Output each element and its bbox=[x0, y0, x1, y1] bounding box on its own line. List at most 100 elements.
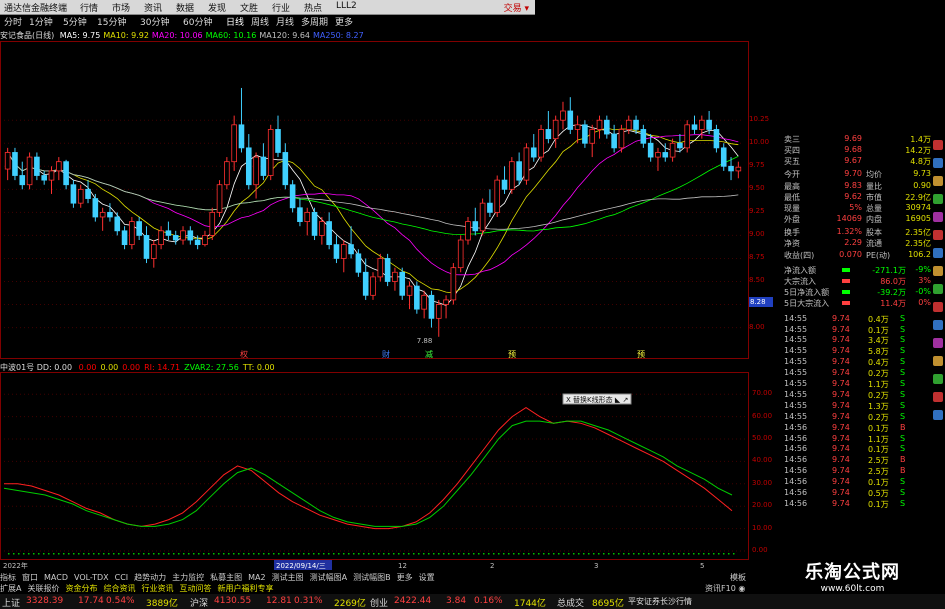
side-tool-button-15[interactable] bbox=[933, 410, 943, 420]
zero-dot bbox=[713, 553, 715, 555]
side-tool-button-11[interactable] bbox=[933, 338, 943, 348]
info-tab-6[interactable]: 新用户福利专享 bbox=[217, 583, 273, 594]
info-tab-4[interactable]: 行业资讯 bbox=[141, 583, 173, 594]
event-marker-4[interactable]: 预 bbox=[637, 349, 645, 359]
indicator-tab-0[interactable]: 指标 bbox=[0, 572, 16, 583]
menu-item-6[interactable]: 行业 bbox=[272, 1, 290, 14]
menu-item-5[interactable]: 文胜 bbox=[240, 1, 258, 14]
info-tab-3[interactable]: 综合资讯 bbox=[103, 583, 135, 594]
menu-item-1[interactable]: 市场 bbox=[112, 1, 130, 14]
tick-row: 14:55 9.74 0.2万 S bbox=[782, 368, 945, 379]
info-tab-0[interactable]: 扩展A bbox=[0, 583, 21, 594]
chart-area[interactable]: 7.88 权 财 减 预 预 X 替换K线形态 ◣ ↗ 2022年 2022/09/14/三 12… bbox=[0, 41, 782, 572]
period-tab-0[interactable]: 分时 bbox=[4, 15, 22, 28]
indicator-legend-item-5: TT: 0.00 bbox=[242, 363, 275, 372]
tick-price: 9.74 bbox=[832, 488, 850, 497]
indicator-tab-7[interactable]: 私募主图 bbox=[210, 572, 242, 583]
side-tool-button-5[interactable] bbox=[933, 230, 943, 240]
side-tool-button-12[interactable] bbox=[933, 356, 943, 366]
side-tool-button-0[interactable] bbox=[933, 140, 943, 150]
tick-volume: 1.1万 bbox=[868, 434, 889, 444]
side-tool-button-10[interactable] bbox=[933, 320, 943, 330]
quote-row: 外盘 14069 内盘 16905 bbox=[782, 214, 945, 225]
indicator-tab-5[interactable]: 趋势动力 bbox=[134, 572, 166, 583]
tick-time: 14:55 bbox=[784, 357, 808, 367]
candle bbox=[538, 124, 544, 162]
side-tool-button-3[interactable] bbox=[933, 194, 943, 204]
template-tab[interactable]: 模板 bbox=[730, 572, 746, 583]
side-tool-button-2[interactable] bbox=[933, 176, 943, 186]
candle bbox=[238, 87, 245, 153]
indicator-tab-2[interactable]: MACD bbox=[44, 573, 68, 582]
menu-item-4[interactable]: 发现 bbox=[208, 1, 226, 14]
zero-dot bbox=[78, 553, 80, 555]
event-marker-2[interactable]: 减 bbox=[425, 349, 433, 359]
menu-item-8[interactable]: LLL2 bbox=[336, 1, 357, 11]
indicator-tab-11[interactable]: 测试幅图B bbox=[353, 572, 391, 583]
menu-item-2[interactable]: 资讯 bbox=[144, 1, 162, 14]
info-tab-5[interactable]: 互动问答 bbox=[179, 583, 211, 594]
menu-item-7[interactable]: 热点 bbox=[304, 1, 322, 14]
period-tab-8[interactable]: 月线 bbox=[276, 15, 294, 28]
side-tool-button-4[interactable] bbox=[933, 212, 943, 222]
period-tab-10[interactable]: 更多 bbox=[335, 15, 353, 28]
period-tab-2[interactable]: 5分钟 bbox=[63, 15, 87, 28]
indicator-tabs: 指标 窗口 MACD VOL-TDX CCI 趋势动力 主力监控 私募主图 MA2 测试主图 测试幅… bbox=[0, 572, 760, 583]
indicator-tab-4[interactable]: CCI bbox=[115, 573, 129, 582]
menu-item-3[interactable]: 数据 bbox=[176, 1, 194, 14]
side-tool-button-8[interactable] bbox=[933, 284, 943, 294]
indicator-tooltip[interactable]: X 替换K线形态 ◣ ↗ bbox=[562, 393, 632, 405]
svg-text:5: 5 bbox=[700, 562, 704, 570]
indicator-tab-13[interactable]: 设置 bbox=[419, 572, 435, 583]
side-toolbar bbox=[931, 138, 945, 552]
index-label-1[interactable]: 沪深 bbox=[190, 596, 208, 609]
tick-price: 9.74 bbox=[832, 411, 850, 421]
tick-row: 14:56 9.74 0.1万 B bbox=[782, 423, 945, 434]
zero-dot bbox=[598, 553, 600, 555]
indicator-tab-10[interactable]: 测试幅图A bbox=[310, 572, 347, 583]
zero-dot bbox=[503, 553, 505, 555]
indicator-tab-1[interactable]: 窗口 bbox=[22, 572, 38, 583]
info-tab-1[interactable]: 关联报价 bbox=[27, 583, 59, 594]
period-tab-3[interactable]: 15分钟 bbox=[97, 15, 126, 28]
zero-dot bbox=[333, 553, 335, 555]
period-tab-4[interactable]: 30分钟 bbox=[140, 15, 169, 28]
side-tool-button-13[interactable] bbox=[933, 374, 943, 384]
side-tool-button-6[interactable] bbox=[933, 248, 943, 258]
tick-row: 14:55 9.74 1.1万 S bbox=[782, 379, 945, 390]
trade-menu-button[interactable]: 交易 ▾ bbox=[504, 1, 529, 14]
side-tool-button-1[interactable] bbox=[933, 158, 943, 168]
indicator-tab-6[interactable]: 主力监控 bbox=[172, 572, 204, 583]
period-tab-1[interactable]: 1分钟 bbox=[29, 15, 53, 28]
candle bbox=[435, 299, 442, 337]
event-marker-1[interactable]: 财 bbox=[382, 349, 390, 359]
info-tab-2[interactable]: 资金分布 bbox=[65, 583, 97, 594]
zero-dot bbox=[248, 553, 250, 555]
period-tab-9[interactable]: 多周期 bbox=[301, 15, 328, 28]
tick-side: S bbox=[900, 433, 906, 443]
quote-label: 卖三 bbox=[784, 135, 800, 144]
index-label-2[interactable]: 创业 bbox=[370, 596, 388, 609]
menu-item-0[interactable]: 行情 bbox=[80, 1, 98, 14]
period-tab-5[interactable]: 60分钟 bbox=[183, 15, 212, 28]
indicator-tab-12[interactable]: 更多 bbox=[397, 572, 413, 583]
side-tool-button-9[interactable] bbox=[933, 302, 943, 312]
indicator-tab-8[interactable]: MA2 bbox=[248, 573, 265, 582]
index-label-0[interactable]: 上证 bbox=[2, 596, 20, 609]
period-tab-7[interactable]: 周线 bbox=[251, 15, 269, 28]
flow-value: 86.0万 bbox=[880, 277, 906, 286]
candle bbox=[355, 249, 362, 277]
event-marker-0[interactable]: 权 bbox=[240, 349, 248, 359]
period-tab-6[interactable]: 日线 bbox=[226, 15, 244, 28]
indicator-tab-9[interactable]: 测试主图 bbox=[272, 572, 304, 583]
side-tool-button-14[interactable] bbox=[933, 392, 943, 402]
zero-dot bbox=[178, 553, 180, 555]
tick-row: 14:55 9.74 0.4万 S bbox=[782, 314, 945, 325]
indicator-tab-3[interactable]: VOL-TDX bbox=[74, 573, 109, 582]
event-marker-3[interactable]: 预 bbox=[508, 349, 516, 359]
zero-dot bbox=[13, 553, 15, 555]
tick-side: S bbox=[900, 324, 906, 334]
quote-label: 换手 bbox=[784, 228, 800, 238]
f10-tab[interactable]: 资讯F10 ◉ bbox=[705, 583, 745, 594]
side-tool-button-7[interactable] bbox=[933, 266, 943, 276]
